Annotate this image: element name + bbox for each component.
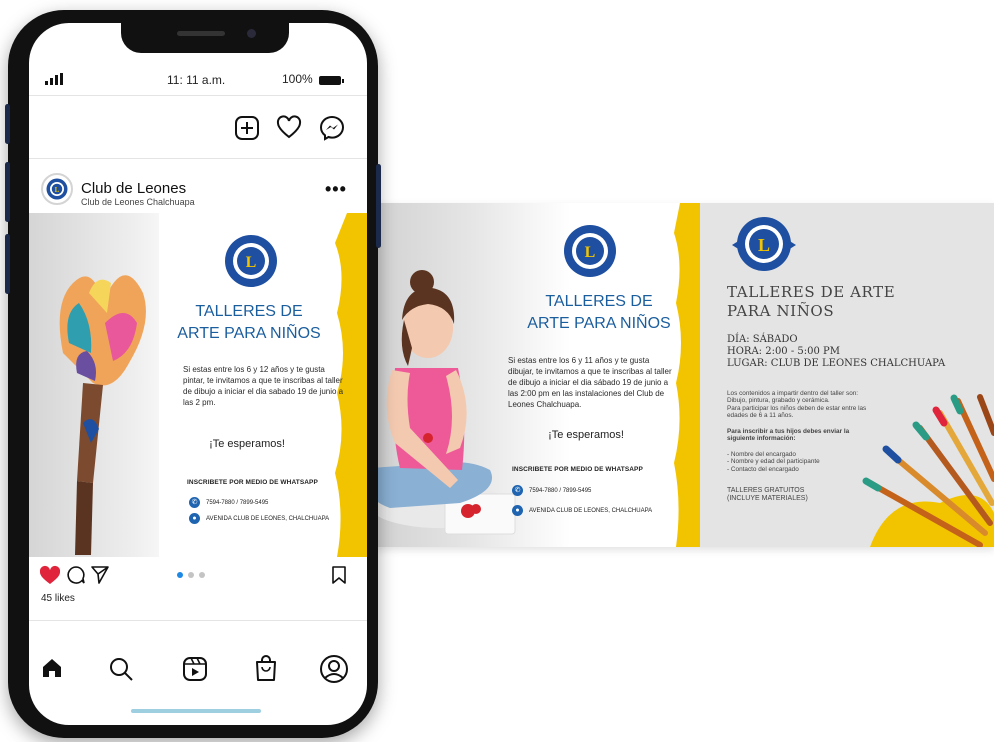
flyer-address-row: ● AVENIDA CLUB DE LEONES, CHALCHUAPA (189, 513, 329, 524)
battery-percent: 100% (282, 72, 313, 86)
carousel-spread: L TALLERES DE ARTE PARA NIÑOS Si estas e… (330, 203, 994, 547)
whatsapp-icon: ✆ (189, 497, 200, 508)
phone-screen: 11: 11 a.m. 100% L Club de Leones Club d… (29, 23, 367, 725)
carousel-dot (199, 572, 205, 578)
new-post-icon[interactable] (234, 115, 260, 141)
paint-brush-image (59, 275, 146, 555)
battery-icon (319, 76, 344, 85)
account-name[interactable]: Club de Leones (81, 180, 186, 197)
carousel-dot (177, 572, 183, 578)
lions-emblem: L (564, 225, 616, 277)
flyer-address: AVENIDA CLUB DE LEONES, CHALCHUAPA (529, 507, 653, 514)
location-pin-icon: ● (512, 505, 523, 516)
status-bar: 11: 11 a.m. 100% (29, 69, 367, 89)
like-heart-icon[interactable] (39, 565, 61, 585)
flyer-title: TALLERES DE ARTE PARA NIÑOS (154, 301, 344, 345)
slide3-details: DÍA: SÁBADO HORA: 2:00 - 5:00 PM LUGAR: … (727, 334, 989, 370)
divider (29, 620, 367, 621)
phone-button (5, 162, 10, 222)
flyer-body: Si estas entre los 6 y 12 años y te gust… (183, 365, 344, 407)
post-image-slide-1[interactable]: L TALLERES DE ARTE PARA NIÑOS Si estas e… (29, 213, 367, 557)
flyer-title: TALLERES DE ARTE PARA NIÑOS (504, 291, 694, 335)
more-options-icon[interactable]: ••• (325, 179, 347, 200)
bookmark-icon[interactable] (331, 565, 347, 585)
flyer-address-row: ● AVENIDA CLUB DE LEONES, CHALCHUAPA (512, 505, 652, 516)
carousel-dot (188, 572, 194, 578)
phone-button (5, 104, 10, 144)
slide3-place: LUGAR: CLUB DE LEONES CHALCHUAPA (727, 358, 946, 369)
likes-count[interactable]: 45 likes (41, 593, 75, 604)
flyer-phones: 7594-7880 / 7899-5495 (529, 487, 592, 494)
phone-button (376, 164, 381, 248)
messenger-icon[interactable] (319, 115, 345, 141)
status-time: 11: 11 a.m. (167, 73, 226, 87)
reels-icon[interactable] (182, 656, 208, 682)
signal-icon (45, 73, 63, 85)
flyer-inscribe-text: INSCRIBETE POR MEDIO DE WHATSAPP (512, 466, 643, 473)
flyer-wait-text: ¡Te esperamos! (548, 429, 624, 441)
account-subtitle: Club de Leones Chalchuapa (81, 197, 195, 207)
flyer-wait-text: ¡Te esperamos! (209, 438, 285, 450)
paint-brushes-image (862, 394, 994, 547)
yellow-paint-stroke (674, 203, 700, 547)
flyer-title-line-2: ARTE PARA NIÑOS (527, 315, 671, 332)
shop-icon[interactable] (254, 654, 278, 682)
phone-button (5, 234, 10, 294)
slide3-hour: HORA: 2:00 - 5:00 PM (727, 346, 841, 357)
search-icon[interactable] (108, 656, 134, 682)
svg-text:L: L (55, 186, 60, 194)
phone-notch (121, 23, 289, 53)
flyer-phone-row: ✆ 7594-7880 / 7899-5495 (512, 485, 591, 496)
flyer-body: Si estas entre los 6 y 11 años y te gust… (508, 356, 672, 409)
slide3-day: DÍA: SÁBADO (727, 334, 798, 345)
divider (29, 158, 367, 159)
flyer-title-line-1: TALLERES DE (545, 293, 653, 310)
slide3-title-line-1: TALLERES DE ARTE (727, 283, 896, 301)
mockup-stage: L TALLERES DE ARTE PARA NIÑOS Si estas e… (0, 0, 994, 742)
svg-text:L: L (758, 235, 770, 255)
comment-icon[interactable] (66, 565, 86, 585)
slide3-title: TALLERES DE ARTE PARA NIÑOS (727, 283, 967, 321)
location-pin-icon: ● (189, 513, 200, 524)
divider (29, 95, 367, 96)
svg-text:L: L (246, 254, 257, 271)
avatar[interactable]: L (41, 173, 73, 205)
flyer-title-line-2: ARTE PARA NIÑOS (177, 325, 321, 342)
carousel-slide-2: L TALLERES DE ARTE PARA NIÑOS Si estas e… (330, 203, 700, 547)
share-icon[interactable] (90, 565, 110, 585)
lions-emblem: L (732, 217, 796, 271)
phone-frame: 11: 11 a.m. 100% L Club de Leones Club d… (5, 10, 381, 738)
whatsapp-icon: ✆ (512, 485, 523, 496)
flyer-address: AVENIDA CLUB DE LEONES, CHALCHUAPA (206, 515, 330, 522)
carousel-indicator (177, 572, 205, 578)
slide3-title-line-2: PARA NIÑOS (727, 302, 835, 320)
svg-text:L: L (585, 244, 596, 261)
flyer-inscribe-text: INSCRIBETE POR MEDIO DE WHATSAPP (187, 479, 318, 486)
flyer-phones: 7594-7880 / 7899-5495 (206, 499, 269, 506)
home-indicator (131, 709, 261, 713)
flyer-phone-row: ✆ 7594-7880 / 7899-5495 (189, 497, 268, 508)
home-icon[interactable] (40, 656, 64, 680)
heart-icon[interactable] (276, 115, 302, 141)
carousel-slide-3: L TALLERES DE ARTE PARA NIÑOS DÍA: SÁBAD… (700, 203, 994, 547)
profile-icon[interactable] (319, 654, 349, 684)
lions-emblem: L (225, 235, 277, 287)
flyer-title-line-1: TALLERES DE (195, 303, 303, 320)
